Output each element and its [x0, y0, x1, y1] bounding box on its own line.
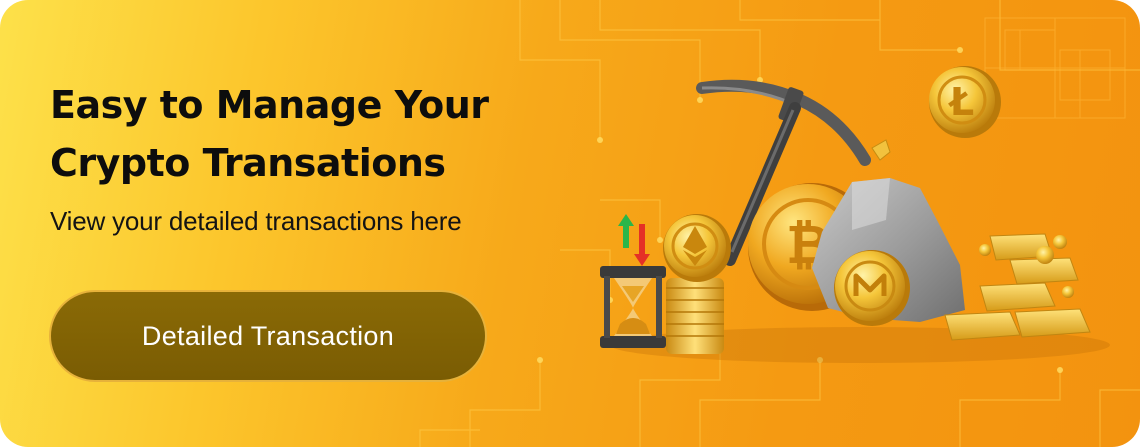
up-down-arrows-icon	[618, 214, 650, 266]
headline-line-1: Easy to Manage Your	[50, 83, 489, 127]
monero-icon	[834, 250, 910, 326]
coin-stack-icon	[666, 278, 724, 354]
gold-nugget-icon	[871, 139, 891, 161]
crypto-mining-illustration: ₿ Ł	[600, 65, 1110, 363]
hourglass-icon	[600, 266, 666, 348]
ethereum-icon	[663, 214, 731, 282]
headline-line-2: Crypto Transations	[50, 141, 446, 185]
svg-text:Ł: Ł	[948, 80, 974, 124]
promo-banner: Easy to Manage Your Crypto Transations V…	[0, 0, 1140, 447]
gold-bars-icon	[944, 233, 1091, 341]
banner-headline: Easy to Manage Your Crypto Transations	[50, 76, 610, 192]
detailed-transaction-button[interactable]: Detailed Transaction	[49, 290, 487, 382]
banner-subtitle: View your detailed transactions here	[50, 206, 462, 236]
litecoin-icon: Ł	[929, 65, 1001, 138]
